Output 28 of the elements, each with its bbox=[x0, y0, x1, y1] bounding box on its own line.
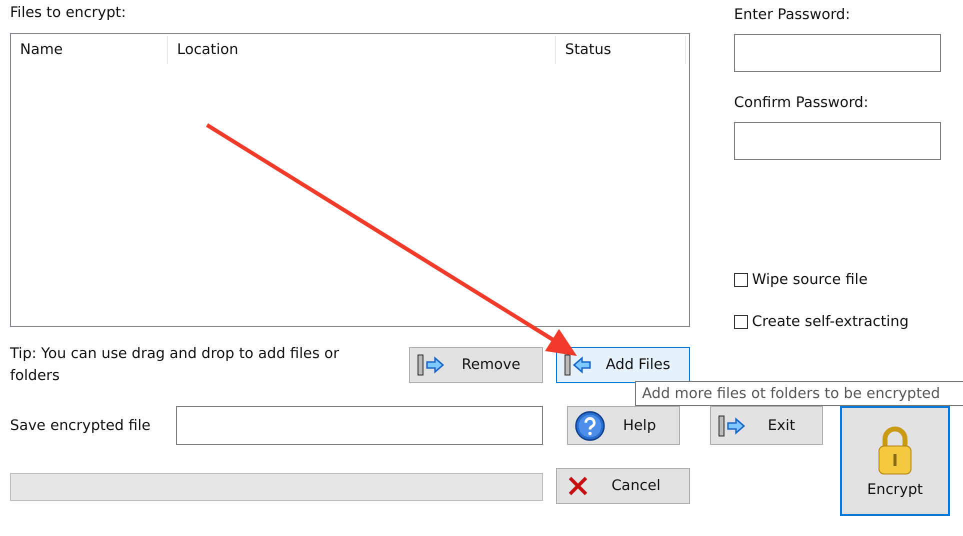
tip-text: Tip: You can use drag and drop to add files or folders bbox=[10, 345, 340, 386]
file-list[interactable]: Name Location Status bbox=[10, 33, 690, 327]
checkbox[interactable] bbox=[734, 273, 748, 287]
tooltip: Add more files ot folders to be encrypted bbox=[635, 381, 963, 406]
cross-icon bbox=[567, 475, 589, 497]
checkbox[interactable] bbox=[734, 315, 748, 329]
column-header[interactable]: Status bbox=[556, 36, 686, 64]
password-label: Enter Password: bbox=[734, 6, 852, 24]
confirm-password-label: Confirm Password: bbox=[734, 94, 870, 112]
files-label: Files to encrypt: bbox=[10, 4, 127, 22]
password-field[interactable] bbox=[734, 34, 941, 72]
encrypt-button[interactable]: Encrypt bbox=[840, 406, 950, 516]
checkbox-option[interactable]: Create self-extracting bbox=[734, 314, 941, 330]
checkbox-option[interactable]: Wipe source file bbox=[734, 272, 941, 288]
bar-arrow-icon bbox=[416, 354, 446, 376]
remove-button[interactable]: Remove bbox=[409, 347, 543, 383]
column-header[interactable]: Name bbox=[11, 36, 168, 64]
column-header[interactable]: Location bbox=[168, 36, 556, 64]
cancel-button[interactable]: Cancel bbox=[556, 468, 690, 504]
add-files-button[interactable]: Add Files bbox=[556, 347, 690, 383]
bar-arrow-icon bbox=[563, 354, 593, 376]
bar-arrow-icon bbox=[717, 414, 747, 436]
help-icon bbox=[574, 410, 606, 442]
confirm-password-field[interactable] bbox=[734, 122, 941, 160]
exit-button[interactable]: Exit bbox=[710, 406, 823, 445]
save-file-field[interactable] bbox=[176, 406, 543, 445]
save-label: Save encrypted file bbox=[10, 418, 151, 434]
help-button[interactable]: Help bbox=[567, 406, 680, 445]
